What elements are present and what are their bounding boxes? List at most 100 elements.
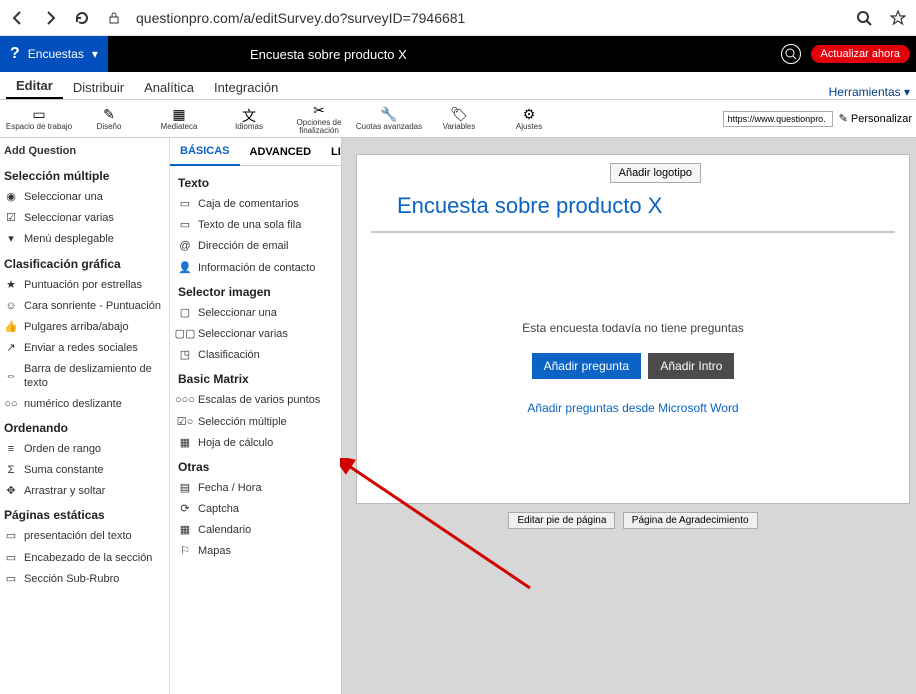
- app-topbar: ? Encuestas ▾ Encuesta sobre producto X …: [0, 36, 916, 72]
- question-type-panel: BÁSICAS ADVANCED LIBRARY ✕ Texto ▭Caja d…: [170, 138, 342, 694]
- main-nav: Editar Distribuir Analítica Integración …: [0, 72, 916, 100]
- search-icon[interactable]: [781, 44, 801, 64]
- forward-icon[interactable]: [40, 8, 60, 28]
- date-icon: ▤: [178, 482, 192, 494]
- add-question-button[interactable]: Add Question: [2, 142, 167, 163]
- mitem-maps[interactable]: ⚐Mapas: [176, 541, 335, 562]
- pencil-icon: ✎: [839, 112, 848, 125]
- add-intro-button[interactable]: Añadir Intro: [648, 353, 734, 379]
- stars-icon: ★: [4, 279, 18, 291]
- mgroup-basic-matrix: Basic Matrix: [176, 366, 335, 390]
- share-icon: ↗: [4, 343, 18, 355]
- chevron-down-icon: ▾: [92, 47, 98, 61]
- mitem-matrix-multi[interactable]: ☑○Selección múltiple: [176, 412, 335, 433]
- qtab-advanced[interactable]: ADVANCED: [240, 138, 322, 166]
- mitem-contact[interactable]: 👤Información de contacto: [176, 258, 335, 279]
- thumbs-icon: 👍: [4, 322, 18, 334]
- tag-icon: 🏷: [450, 106, 468, 122]
- zoom-icon[interactable]: [854, 8, 874, 28]
- reload-icon[interactable]: [72, 8, 92, 28]
- tool-media[interactable]: ▦Mediateca: [144, 106, 214, 131]
- mitem-spreadsheet[interactable]: ▦Hoja de cálculo: [176, 433, 335, 454]
- smiley-icon: ☺: [4, 300, 18, 312]
- editor-toolbar: ▭Espacio de trabajo ✎Diseño ▦Mediateca 文…: [0, 100, 916, 138]
- mitem-img-rank[interactable]: ◳Clasificación: [176, 345, 335, 366]
- browser-bar: questionpro.com/a/editSurvey.do?surveyID…: [0, 0, 916, 36]
- tool-variables[interactable]: 🏷Variables: [424, 106, 494, 131]
- tool-quotas[interactable]: 🔧Cuotas avanzadas: [354, 106, 424, 131]
- drag-icon: ✥: [4, 486, 18, 498]
- thanks-page-button[interactable]: Página de Agradecimiento: [623, 512, 758, 529]
- item-drag-drop[interactable]: ✥Arrastrar y soltar: [2, 481, 167, 502]
- qtab-library[interactable]: LIBRARY: [321, 138, 342, 166]
- item-seleccionar-una[interactable]: ◉Seleccionar una: [2, 187, 167, 208]
- spreadsheet-icon: ▦: [178, 437, 192, 449]
- tab-editar[interactable]: Editar: [6, 74, 63, 99]
- star-icon[interactable]: [888, 8, 908, 28]
- tool-design[interactable]: ✎Diseño: [74, 106, 144, 131]
- qtab-basicas[interactable]: BÁSICAS: [170, 138, 240, 166]
- item-seleccionar-varias[interactable]: ☑Seleccionar varias: [2, 208, 167, 229]
- item-rank[interactable]: ≡Orden de rango: [2, 439, 167, 460]
- tool-settings[interactable]: ⚙Ajustes: [494, 106, 564, 131]
- mitem-email[interactable]: @Dirección de email: [176, 236, 335, 257]
- item-section-header[interactable]: ▭Encabezado de la sección: [2, 548, 167, 569]
- brand-menu[interactable]: ? Encuestas ▾: [0, 36, 108, 72]
- edit-footer-button[interactable]: Editar pie de página: [508, 512, 615, 529]
- dropdown-icon: ▾: [4, 234, 18, 246]
- back-icon[interactable]: [8, 8, 28, 28]
- item-section-sub[interactable]: ▭Sección Sub-Rubro: [2, 569, 167, 590]
- survey-url-input[interactable]: [723, 111, 833, 127]
- singleline-icon: ▭: [178, 220, 192, 232]
- captcha-icon: ⟳: [178, 504, 192, 516]
- media-icon: ▦: [172, 106, 185, 122]
- item-menu-desplegable[interactable]: ▾Menú desplegable: [2, 229, 167, 250]
- mitem-captcha[interactable]: ⟳Captcha: [176, 499, 335, 520]
- mitem-calendar[interactable]: ▦Calendario: [176, 520, 335, 541]
- survey-title-top: Encuesta sobre producto X: [250, 47, 407, 62]
- url-bar[interactable]: questionpro.com/a/editSurvey.do?surveyID…: [136, 10, 842, 26]
- item-thumbs[interactable]: 👍Pulgares arriba/abajo: [2, 317, 167, 338]
- question-sidebar: Add Question Selección múltiple ◉Selecci…: [0, 138, 170, 694]
- canvas-footer-buttons: Editar pie de página Página de Agradecim…: [357, 512, 909, 529]
- tool-finish-options[interactable]: ✂Opciones de finalización: [284, 102, 354, 135]
- item-text-presentation[interactable]: ▭presentación del texto: [2, 526, 167, 547]
- languages-icon: 文: [242, 106, 256, 122]
- numslider-icon: ○○: [4, 398, 18, 410]
- tool-workspace[interactable]: ▭Espacio de trabajo: [4, 106, 74, 131]
- workspace-icon: ▭: [32, 106, 45, 122]
- imgone-icon: ▢: [178, 307, 192, 319]
- header-icon: ▭: [4, 552, 18, 564]
- imgmany-icon: ▢▢: [178, 329, 192, 341]
- quotas-icon: 🔧: [380, 106, 397, 122]
- item-star-rating[interactable]: ★Puntuación por estrellas: [2, 275, 167, 296]
- mitem-datetime[interactable]: ▤Fecha / Hora: [176, 478, 335, 499]
- tab-integracion[interactable]: Integración: [204, 76, 288, 99]
- add-question-main-button[interactable]: Añadir pregunta: [532, 353, 641, 379]
- add-logo-button[interactable]: Añadir logotipo: [610, 163, 701, 183]
- item-text-slider[interactable]: ⇔Barra de deslizamiento de texto: [2, 359, 167, 393]
- mitem-comment-box[interactable]: ▭Caja de comentarios: [176, 194, 335, 215]
- item-numeric-slider[interactable]: ○○numérico deslizante: [2, 394, 167, 415]
- mgroup-selector-imagen: Selector imagen: [176, 279, 335, 303]
- item-social[interactable]: ↗Enviar a redes sociales: [2, 338, 167, 359]
- personalize-button[interactable]: ✎Personalizar: [839, 112, 912, 125]
- update-now-button[interactable]: Actualizar ahora: [811, 45, 911, 63]
- mitem-img-select-many[interactable]: ▢▢Seleccionar varias: [176, 324, 335, 345]
- mitem-img-select-one[interactable]: ▢Seleccionar una: [176, 303, 335, 324]
- empty-survey-msg: Esta encuesta todavía no tiene preguntas: [371, 321, 895, 335]
- add-from-word-link[interactable]: Añadir preguntas desde Microsoft Word: [527, 401, 738, 415]
- tab-analitica[interactable]: Analítica: [134, 76, 204, 99]
- tool-languages[interactable]: 文Idiomas: [214, 106, 284, 131]
- item-constant-sum[interactable]: ΣSuma constante: [2, 460, 167, 481]
- tools-menu[interactable]: Herramientas ▾: [829, 85, 910, 99]
- main-area: Add Question Selección múltiple ◉Selecci…: [0, 138, 916, 694]
- logo-icon: ?: [10, 45, 20, 63]
- design-icon: ✎: [103, 106, 115, 122]
- mitem-single-row[interactable]: ▭Texto de una sola fila: [176, 215, 335, 236]
- item-smiley[interactable]: ☺Cara sonriente - Puntuación: [2, 296, 167, 317]
- group-seleccion-multiple: Selección múltiple: [2, 163, 167, 187]
- comment-icon: ▭: [178, 199, 192, 211]
- tab-distribuir[interactable]: Distribuir: [63, 76, 134, 99]
- mitem-multipoint[interactable]: ○○○Escalas de varios puntos: [176, 390, 335, 411]
